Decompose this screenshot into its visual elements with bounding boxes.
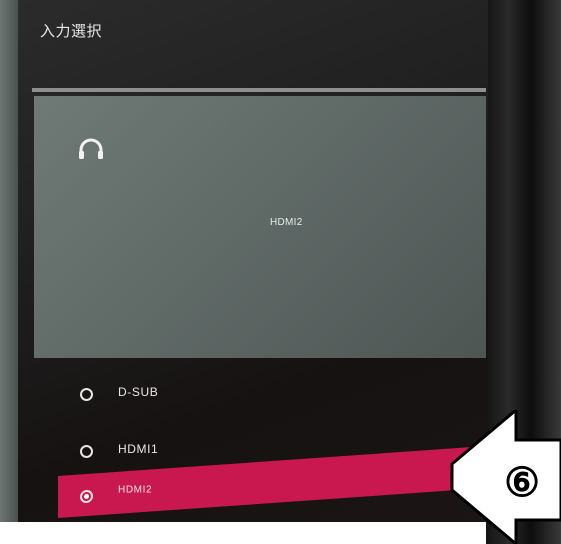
radio-off-icon <box>80 388 93 401</box>
radio-off-icon <box>80 445 93 458</box>
input-select-screen: 入力選択 HDMI2 D-SUB HDMI1 HDMI2 <box>18 0 488 522</box>
input-item-label: HDMI2 <box>118 484 153 496</box>
input-item-label: D-SUB <box>118 385 159 399</box>
preview-input-label: HDMI2 <box>270 217 303 228</box>
input-item-dsub[interactable]: D-SUB <box>18 373 488 415</box>
screen-title: 入力選択 <box>40 23 103 40</box>
divider <box>32 88 486 92</box>
input-preview: HDMI2 <box>34 96 486 358</box>
step-number-label: ⑥ <box>504 461 540 505</box>
headphone-icon <box>79 138 103 159</box>
photo-margin <box>0 522 486 544</box>
radio-on-icon <box>80 489 93 504</box>
wall-background <box>0 0 18 524</box>
input-item-label: HDMI1 <box>118 442 159 456</box>
